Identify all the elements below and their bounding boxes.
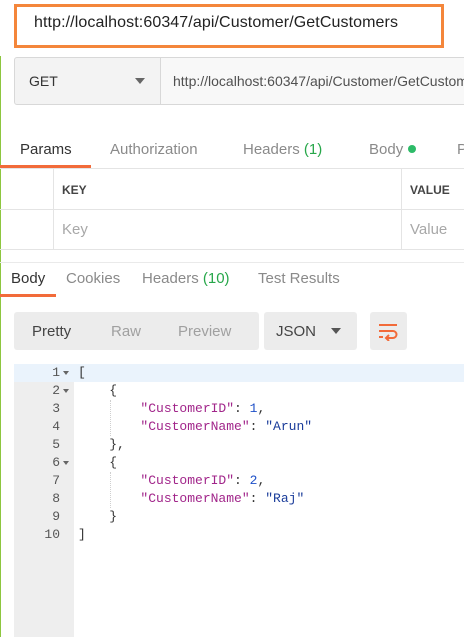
code-line: 6 { — [14, 454, 464, 472]
code-text: { — [78, 455, 118, 470]
code-line: 4 "CustomerName": "Arun" — [14, 418, 464, 436]
json-string: "Raj" — [265, 491, 305, 506]
params-input-row: Key Value — [0, 210, 464, 250]
tab-pre-request-label: P — [457, 141, 464, 158]
body-status-dot-icon — [408, 145, 417, 153]
language-label: JSON — [276, 323, 317, 340]
line-number: 4 — [52, 419, 60, 434]
code-text: "CustomerName": "Raj" — [140, 491, 305, 506]
params-table: KEY VALUE Key Value — [0, 168, 464, 250]
request-bar: GET http://localhost:60347/api/Customer/… — [14, 57, 464, 105]
code-line: 3 "CustomerID": 1, — [14, 400, 464, 418]
url-title: http://localhost:60347/api/Customer/GetC… — [34, 14, 399, 31]
code-line: 8 "CustomerName": "Raj" — [14, 490, 464, 508]
line-number: 8 — [52, 491, 60, 506]
fold-arrow-icon[interactable] — [63, 461, 69, 465]
json-string: "Arun" — [265, 419, 313, 434]
line-number: 5 — [52, 437, 60, 452]
line-number: 7 — [52, 473, 60, 488]
code-text: "CustomerID": 1, — [140, 401, 266, 416]
response-tab-cookies-label: Cookies — [66, 270, 121, 287]
request-tabs: Params Authorization Headers (1) Body P — [0, 137, 464, 168]
value-header-label: VALUE — [410, 183, 450, 197]
method-label: GET — [29, 73, 58, 89]
fold-arrow-icon[interactable] — [63, 371, 69, 375]
tab-body-label: Body — [369, 141, 404, 158]
code-text: }, — [78, 437, 125, 452]
json-key: "CustomerName" — [140, 419, 250, 434]
line-number: 6 — [52, 455, 60, 470]
code-text: ] — [78, 527, 86, 542]
tab-authorization[interactable]: Authorization — [110, 141, 198, 158]
params-value-header: VALUE — [402, 169, 464, 209]
method-select[interactable]: GET — [15, 58, 161, 104]
window-edge — [0, 0, 1, 637]
code-line: 1 [ — [14, 364, 464, 382]
response-tab-headers-count: (10) — [202, 270, 230, 287]
line-number: 1 — [52, 365, 60, 380]
code-line: 5 }, — [14, 436, 464, 454]
params-check-column — [0, 169, 54, 209]
title-bar: http://localhost:60347/api/Customer/GetC… — [0, 0, 464, 56]
response-tab-underline — [0, 294, 56, 297]
tab-body[interactable]: Body — [369, 141, 417, 158]
params-row-checkbox[interactable] — [0, 210, 54, 249]
value-placeholder: Value — [410, 221, 448, 238]
language-select[interactable]: JSON — [264, 312, 357, 350]
request-url-input[interactable]: http://localhost:60347/api/Customer/GetC… — [161, 58, 464, 104]
fold-arrow-icon[interactable] — [63, 389, 69, 393]
format-group: Pretty Raw Preview — [14, 312, 259, 350]
response-tab-headers-label: Headers — [142, 270, 199, 287]
response-tab-body[interactable]: Body — [11, 270, 45, 287]
format-pretty-button[interactable]: Pretty — [32, 323, 71, 340]
tab-params-label: Params — [20, 141, 72, 158]
json-key: "CustomerID" — [140, 473, 235, 488]
params-header-row: KEY VALUE — [0, 169, 464, 210]
wrap-lines-button[interactable] — [370, 312, 407, 350]
code-text: { — [78, 383, 118, 398]
line-number: 9 — [52, 509, 60, 524]
json-key: "CustomerID" — [140, 401, 235, 416]
tab-pre-request[interactable]: P — [457, 141, 464, 158]
tab-headers[interactable]: Headers (1) — [243, 141, 322, 158]
code-text: "CustomerID": 2, — [140, 473, 266, 488]
code-line: 7 "CustomerID": 2, — [14, 472, 464, 490]
response-toolbar: Pretty Raw Preview JSON — [14, 312, 464, 350]
code-text: } — [78, 509, 118, 524]
code-line: 2 { — [14, 382, 464, 400]
tab-authorization-label: Authorization — [110, 141, 198, 158]
tab-headers-count: (1) — [303, 141, 323, 158]
response-tab-test-results[interactable]: Test Results — [258, 270, 340, 287]
response-tab-body-label: Body — [11, 270, 46, 287]
json-key: "CustomerName" — [140, 491, 250, 506]
code-line: 9 } — [14, 508, 464, 526]
param-key-input[interactable]: Key — [54, 210, 402, 249]
format-raw-button[interactable]: Raw — [111, 323, 141, 340]
param-value-input[interactable]: Value — [402, 210, 464, 249]
code-text: "CustomerName": "Arun" — [140, 419, 313, 434]
caret-down-icon — [135, 78, 145, 84]
line-number: 2 — [52, 383, 60, 398]
tab-params[interactable]: Params — [20, 141, 72, 158]
response-tabs: Body Cookies Headers (10) Test Results — [0, 262, 464, 297]
code-line: 10 ] — [14, 526, 464, 544]
response-tab-cookies[interactable]: Cookies — [66, 270, 120, 287]
code-text: [ — [78, 365, 86, 380]
key-placeholder: Key — [62, 221, 88, 238]
params-key-header: KEY — [54, 169, 402, 209]
key-header-label: KEY — [62, 183, 87, 197]
wrap-lines-icon — [379, 324, 398, 341]
line-number: 3 — [52, 401, 60, 416]
response-tab-test-results-label: Test Results — [258, 270, 340, 287]
line-number: 10 — [44, 527, 60, 542]
response-tab-headers[interactable]: Headers (10) — [142, 270, 230, 287]
tab-headers-label: Headers — [243, 141, 300, 158]
response-body-editor[interactable]: 1 [ 2 { 3 "CustomerID": 1, 4 "CustomerNa… — [14, 364, 464, 637]
format-preview-button[interactable]: Preview — [178, 323, 231, 340]
caret-down-icon — [331, 328, 341, 334]
